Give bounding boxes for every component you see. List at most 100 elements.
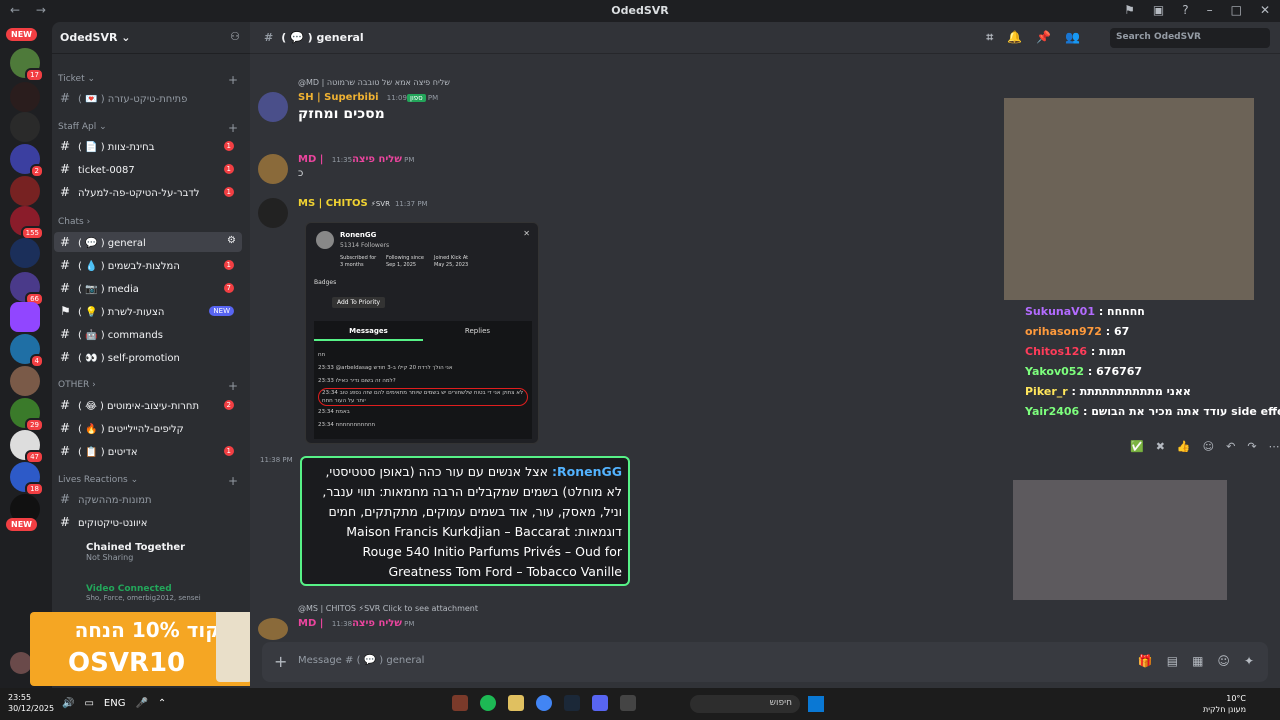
server-icon[interactable] bbox=[10, 238, 40, 268]
server-icon[interactable]: 4 bbox=[10, 334, 44, 368]
search-input[interactable]: Search OdedSVR bbox=[1110, 28, 1270, 48]
channel-item[interactable]: #( 💌 ) פתיחת-טיקט-עזרה bbox=[54, 88, 242, 108]
channel-item[interactable]: #( 🔥 ) קליפים-להיילייטים bbox=[54, 418, 242, 438]
app-icon[interactable] bbox=[452, 695, 468, 711]
tray-arrow-icon[interactable]: ⌃ bbox=[158, 698, 166, 709]
chrome-icon[interactable] bbox=[536, 695, 552, 711]
inbox-icon[interactable]: ▣ bbox=[1153, 3, 1164, 17]
volume-icon[interactable]: 🔊 bbox=[62, 698, 74, 709]
message-composer[interactable]: + Message # ( 💬 ) general 🎁 ▤ ▦ ☺ ✦ bbox=[262, 642, 1268, 682]
close-icon[interactable]: ✕ bbox=[1260, 3, 1270, 17]
overlay-line: Chitos126 : תמות bbox=[1025, 345, 1126, 358]
channel-item[interactable]: # לדבר-על-הטיקט-פה-למעלה 1 bbox=[54, 182, 242, 202]
app-icon[interactable] bbox=[620, 695, 636, 711]
settings-icon[interactable]: ⚙ bbox=[227, 235, 236, 246]
server-icon[interactable]: 18 bbox=[10, 462, 44, 496]
avatar[interactable] bbox=[258, 618, 288, 640]
channel-item[interactable]: ⚑( 💡 ) הצעות-לשרת NEW bbox=[54, 301, 242, 321]
avatar[interactable] bbox=[258, 198, 288, 228]
server-icon[interactable] bbox=[10, 82, 40, 112]
add-member-icon[interactable]: ⚇ bbox=[230, 30, 240, 43]
guild-header[interactable]: OdedSVR ⌄ ⚇ bbox=[52, 22, 250, 54]
forward-icon[interactable]: ↷ bbox=[1247, 440, 1256, 453]
help-icon[interactable]: ? bbox=[1182, 3, 1188, 17]
check-reaction-icon[interactable]: ✅ bbox=[1130, 440, 1144, 453]
channel-item[interactable]: #( 💧 ) המלצות-לבשמים 1 bbox=[54, 255, 242, 275]
server-icon[interactable] bbox=[10, 112, 40, 142]
overlay-line: Yair2406 : עודד אתה מכיר את הבושם side e… bbox=[1025, 405, 1280, 418]
user-avatar[interactable] bbox=[10, 652, 32, 674]
category-ticket[interactable]: Ticket ⌄ + bbox=[58, 73, 238, 87]
reply-icon[interactable]: ↶ bbox=[1226, 440, 1235, 453]
emoji-icon[interactable]: ☺ bbox=[1217, 654, 1230, 668]
activity-status: Not Sharing bbox=[86, 553, 134, 562]
windows-start-icon[interactable] bbox=[808, 696, 824, 712]
channel-item[interactable]: #( 📄 ) בחינת-צוות 1 bbox=[54, 136, 242, 156]
server-icon[interactable]: 66 bbox=[10, 272, 44, 306]
avatar[interactable] bbox=[258, 154, 288, 184]
server-icon[interactable]: 17 bbox=[10, 48, 44, 82]
app-icon[interactable] bbox=[508, 695, 524, 711]
apps-icon[interactable]: ✦ bbox=[1244, 654, 1254, 668]
thumbs-up-icon[interactable]: 👍 bbox=[1177, 440, 1191, 453]
channel-item[interactable]: #( 🤖 ) commands bbox=[54, 324, 242, 344]
server-icon[interactable]: 155 bbox=[10, 206, 44, 240]
pin-icon[interactable]: 📌 bbox=[1036, 30, 1051, 45]
taskbar-apps bbox=[452, 695, 636, 711]
avatar[interactable] bbox=[258, 92, 288, 122]
gift-icon[interactable]: 🎁 bbox=[1138, 654, 1153, 668]
channel-item[interactable]: #( 📷 ) media 7 bbox=[54, 278, 242, 298]
category-lives[interactable]: Lives Reactions ⌄ + bbox=[58, 474, 238, 488]
category-chats[interactable]: Chats › bbox=[58, 217, 90, 227]
bell-icon[interactable]: 🔔 bbox=[1007, 30, 1022, 45]
discord-icon[interactable] bbox=[592, 695, 608, 711]
x-reaction-icon[interactable]: ✖ bbox=[1156, 440, 1165, 453]
window-controls[interactable]: ⚑ ▣? – □ ✕ bbox=[1124, 3, 1270, 17]
minimize-icon[interactable]: – bbox=[1207, 3, 1213, 17]
add-attachment-icon[interactable]: + bbox=[274, 652, 287, 671]
author-name[interactable]: MS | CHITOS bbox=[298, 198, 368, 209]
spotify-icon[interactable] bbox=[480, 695, 496, 711]
sticker-icon[interactable]: ▦ bbox=[1192, 654, 1203, 668]
threads-icon[interactable]: ⌗ bbox=[986, 30, 993, 45]
reply-preview[interactable]: @MD | שליח פיצה אמא של טובבה שרמוטה bbox=[298, 78, 598, 87]
add-channel-icon[interactable]: + bbox=[228, 121, 238, 135]
gif-icon[interactable]: ▤ bbox=[1167, 654, 1178, 668]
more-icon[interactable]: ⋯ bbox=[1269, 440, 1280, 453]
flag-icon[interactable]: ⚑ bbox=[1124, 3, 1135, 17]
mic-icon[interactable]: 🎤 bbox=[135, 698, 147, 709]
channel-item[interactable]: #( 😂 ) תחרות-עיצוב-אימוטים 2 bbox=[54, 395, 242, 415]
network-icon[interactable]: ▭ bbox=[84, 698, 93, 709]
add-channel-icon[interactable]: + bbox=[228, 379, 238, 393]
server-icon[interactable]: 2 bbox=[10, 144, 44, 178]
windows-taskbar: 23:55 30/12/2025 🔊 ▭ ENG 🎤 ⌃ חיפוש 10°C מעונן … bbox=[0, 688, 1280, 720]
message-text: מסכים ומחזק bbox=[298, 106, 385, 122]
category-other[interactable]: OTHER › + bbox=[58, 379, 238, 393]
hash-icon: # bbox=[60, 139, 71, 153]
hash-icon: # bbox=[60, 421, 71, 435]
emoji-icon[interactable]: ☺ bbox=[1203, 440, 1214, 453]
twitch-server-icon[interactable] bbox=[10, 302, 40, 332]
reply-preview[interactable]: @MS | CHITOS ⚡SVR Click to see attachmen… bbox=[298, 604, 598, 613]
channel-item[interactable]: #( 👀 ) self-promotion bbox=[54, 347, 242, 367]
maximize-icon[interactable]: □ bbox=[1231, 3, 1242, 17]
channel-item-general[interactable]: #( 💬 ) general ⚙ bbox=[54, 232, 242, 252]
language[interactable]: ENG bbox=[104, 698, 126, 709]
channel-item[interactable]: # תמונות-מההשקה bbox=[54, 489, 242, 509]
channel-item[interactable]: # ticket-0087 1 bbox=[54, 159, 242, 179]
add-channel-icon[interactable]: + bbox=[228, 474, 238, 488]
channel-item[interactable]: #( 📋 ) אדיטים 1 bbox=[54, 441, 242, 461]
add-channel-icon[interactable]: + bbox=[228, 73, 238, 87]
server-icon[interactable] bbox=[10, 176, 40, 206]
channel-item[interactable]: # איוונט-טיקטוקים bbox=[54, 512, 242, 532]
author-name[interactable]: SH | Superbibi bbox=[298, 92, 379, 103]
server-icon[interactable]: 47 bbox=[10, 430, 44, 464]
steam-icon[interactable] bbox=[564, 695, 580, 711]
server-icon[interactable]: 29 bbox=[10, 398, 44, 432]
category-staff[interactable]: Staff Apl ⌄ + bbox=[58, 121, 238, 135]
weather-widget[interactable]: 10°C מעונן חלקית bbox=[1203, 693, 1246, 715]
members-icon[interactable]: 👥 bbox=[1065, 30, 1080, 45]
server-icon[interactable] bbox=[10, 366, 40, 396]
taskbar-search[interactable]: חיפוש bbox=[690, 695, 800, 713]
clock[interactable]: 23:55 30/12/2025 bbox=[8, 692, 54, 714]
